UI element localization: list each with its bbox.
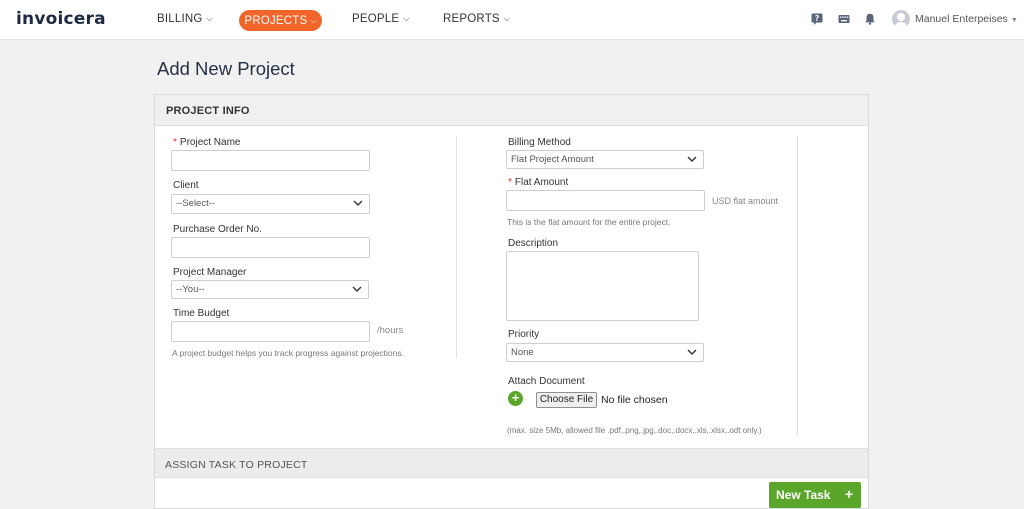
nav-reports[interactable]: REPORTS ⌵ [443, 13, 510, 25]
project-info-title: PROJECT INFO [166, 105, 250, 117]
assign-task-title: ASSIGN TASK TO PROJECT [165, 459, 308, 471]
choose-file-button[interactable]: Choose File [536, 392, 597, 408]
time-budget-unit: /hours [377, 325, 404, 336]
assign-task-header: ASSIGN TASK TO PROJECT [155, 448, 868, 478]
avatar-icon[interactable] [892, 10, 910, 28]
chevron-down-icon: ⌵ [403, 14, 410, 23]
chevron-down-icon: ⌵ [503, 14, 511, 23]
attach-document-label: Attach Document [508, 376, 585, 387]
time-budget-label: Time Budget [173, 308, 230, 319]
nav-people[interactable]: PEOPLE ⌵ [352, 13, 410, 25]
chevron-down-icon: ⌵ [206, 14, 213, 23]
nav-projects[interactable]: PROJECTS ⌵ [239, 10, 322, 31]
billing-method-selected: Flat Project Amount [511, 154, 594, 165]
project-manager-select[interactable]: --You-- [171, 280, 369, 299]
time-budget-input[interactable] [171, 321, 370, 342]
description-label: Description [508, 238, 559, 249]
po-number-label: Purchase Order No. [173, 224, 262, 235]
svg-text:?: ? [815, 14, 819, 23]
user-name-label: Manuel Enterpeises [915, 13, 1008, 25]
flat-amount-hint: This is the flat amount for the entire p… [507, 217, 671, 227]
project-name-input[interactable] [171, 150, 370, 171]
chevron-down-icon [687, 156, 697, 162]
nav-billing-label: BILLING [157, 13, 203, 25]
required-marker: * [508, 177, 512, 188]
project-manager-label: Project Manager [173, 267, 247, 278]
invoicera-logo[interactable]: invoicera [16, 9, 106, 29]
nav-people-label: PEOPLE [352, 13, 400, 25]
nav-projects-label: PROJECTS [244, 15, 308, 27]
keyboard-icon[interactable] [838, 13, 850, 25]
required-marker: * [173, 137, 177, 148]
flat-amount-input[interactable] [506, 190, 705, 211]
nav-reports-label: REPORTS [443, 13, 500, 25]
project-name-label-text: Project Name [179, 137, 241, 148]
user-menu[interactable]: Manuel Enterpeises ▼ [915, 13, 1018, 25]
chevron-down-icon [353, 200, 363, 206]
new-task-button[interactable]: New Task + [769, 482, 861, 508]
plus-icon: + [845, 486, 854, 502]
billing-method-select[interactable]: Flat Project Amount [506, 150, 704, 169]
file-status: No file chosen [601, 394, 668, 406]
priority-select[interactable]: None [506, 343, 704, 362]
description-textarea[interactable] [506, 251, 699, 321]
avatar-head [897, 13, 905, 21]
priority-label: Priority [508, 329, 540, 340]
chevron-down-icon: ⌵ [310, 16, 317, 25]
client-select[interactable]: --Select-- [171, 194, 370, 214]
column-divider [797, 136, 798, 436]
billing-method-label: Billing Method [508, 137, 571, 148]
chevron-down-icon [687, 349, 697, 355]
chevron-down-icon [352, 286, 362, 292]
flat-amount-label: * Flat Amount [508, 177, 568, 188]
client-label: Client [173, 180, 199, 191]
bell-icon[interactable] [864, 13, 876, 25]
add-icon[interactable]: + [508, 391, 523, 406]
avatar-body [894, 22, 908, 28]
attach-hint: (max. size 5Mb, allowed file .pdf,.png,.… [507, 426, 762, 435]
flat-amount-label-text: Flat Amount [514, 177, 569, 188]
chevron-down-icon: ▼ [1010, 17, 1018, 24]
po-number-input[interactable] [171, 237, 370, 258]
nav-billing[interactable]: BILLING ⌵ [157, 13, 213, 25]
help-icon[interactable]: ? [811, 13, 823, 25]
project-name-label: * Project Name [173, 137, 240, 148]
project-manager-selected: --You-- [176, 284, 205, 295]
client-selected: --Select-- [176, 198, 216, 209]
flat-amount-unit: USD flat amount [712, 196, 779, 206]
time-budget-hint: A project budget helps you track progres… [172, 348, 404, 358]
top-navigation-bar: invoicera BILLING ⌵ PROJECTS ⌵ PEOPLE ⌵ REP… [0, 0, 1024, 40]
project-info-header: PROJECT INFO [155, 95, 868, 126]
new-task-label: New Task [776, 488, 831, 502]
page-title: Add New Project [157, 58, 295, 79]
column-divider [456, 136, 457, 358]
priority-selected: None [511, 347, 534, 358]
